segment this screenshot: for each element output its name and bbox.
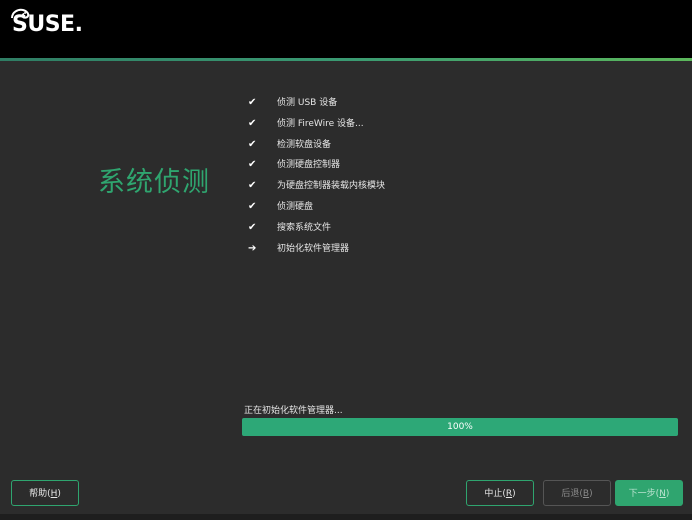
bottom-edge — [0, 514, 692, 520]
next-button-label: 下一步( — [628, 489, 660, 499]
header-accent-line — [0, 58, 692, 61]
step-item: ✔ 搜索系统文件 — [248, 221, 385, 242]
abort-button[interactable]: 中止(R) — [466, 480, 534, 506]
checkmark-icon: ✔ — [248, 180, 257, 192]
step-item: ➔ 初始化软件管理器 — [248, 242, 385, 263]
step-label: 搜索系统文件 — [277, 222, 332, 233]
step-item: ✔ 侦测硬盘 — [248, 200, 385, 221]
suse-logo: SUSE. — [11, 8, 83, 37]
checkmark-icon: ✔ — [248, 159, 257, 171]
step-label: 初始化软件管理器 — [277, 243, 350, 254]
step-item: ✔ 侦测硬盘控制器 — [248, 158, 385, 179]
progress-bar: 100% — [242, 418, 678, 436]
next-button[interactable]: 下一步(N) — [615, 480, 683, 506]
next-button-suffix: ) — [665, 489, 670, 499]
help-button-label: 帮助( — [29, 489, 51, 499]
step-label: 侦测硬盘 — [277, 201, 314, 212]
step-item: ✔ 检测软盘设备 — [248, 138, 385, 159]
chameleon-icon — [11, 8, 30, 19]
step-item: ✔ 为硬盘控制器装载内核模块 — [248, 179, 385, 200]
back-button-suffix: ) — [589, 489, 593, 499]
abort-button-suffix: ) — [512, 489, 516, 499]
checkmark-icon: ✔ — [248, 200, 257, 212]
step-label: 侦测 FireWire 设备... — [277, 118, 364, 129]
help-button-suffix: ) — [57, 489, 61, 499]
header-bar: SUSE. — [0, 0, 692, 58]
help-button[interactable]: 帮助(H) — [11, 480, 79, 506]
arrow-right-icon: ➔ — [248, 242, 257, 254]
page-title: 系统侦测 — [98, 167, 210, 198]
back-button-label: 后退( — [561, 489, 583, 499]
checkmark-icon: ✔ — [248, 97, 257, 108]
step-item: ✔ 侦测 FireWire 设备... — [248, 117, 385, 138]
installer-window: SUSE. 系统侦测 ✔ 侦测 USB 设备 ✔ 侦测 FireWire 设备... ✔… — [0, 0, 692, 520]
step-label: 检测软盘设备 — [277, 139, 332, 150]
progress-label: 100% — [447, 422, 473, 432]
step-label: 为硬盘控制器装载内核模块 — [277, 181, 386, 192]
step-label: 侦测 USB 设备 — [277, 98, 338, 108]
step-item: ✔ 侦测 USB 设备 — [248, 96, 385, 117]
next-button-key: N — [659, 489, 666, 499]
checkmark-icon: ✔ — [248, 221, 257, 233]
checkmark-icon: ✔ — [248, 138, 257, 150]
back-button[interactable]: 后退(B) — [543, 480, 611, 506]
status-text: 正在初始化软件管理器... — [244, 406, 343, 416]
step-list: ✔ 侦测 USB 设备 ✔ 侦测 FireWire 设备... ✔ 检测软盘设备 ✔ 侦测硬盘… — [248, 96, 385, 262]
step-label: 侦测硬盘控制器 — [277, 160, 341, 171]
checkmark-icon: ✔ — [248, 117, 257, 129]
abort-button-label: 中止( — [484, 489, 506, 499]
